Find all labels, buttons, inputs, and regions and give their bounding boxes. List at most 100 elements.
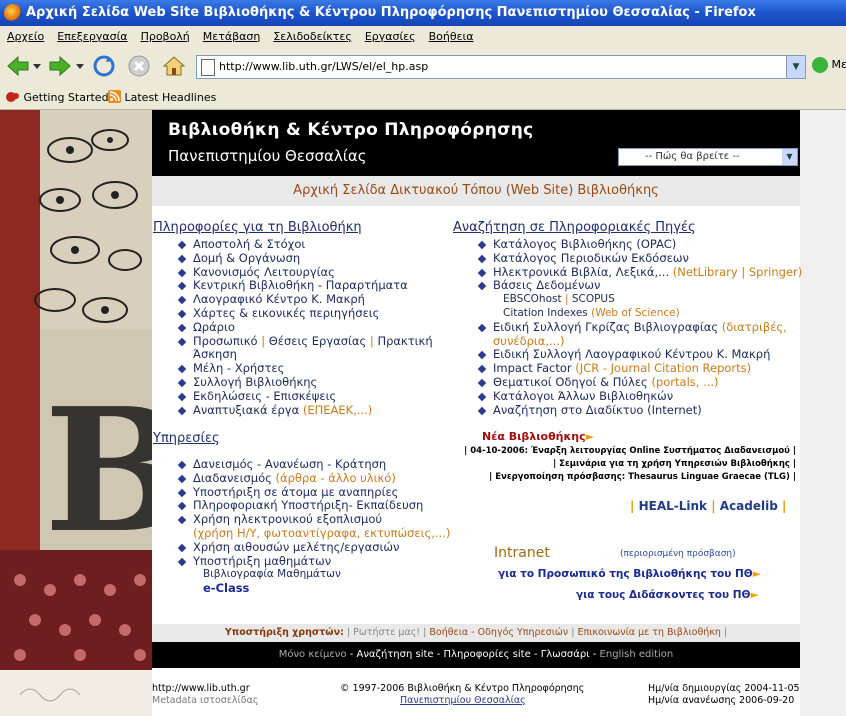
intranet-teachers-link[interactable]: για τους Διδάσκοντες του ΠΘ► <box>576 589 759 601</box>
ask-us-link[interactable]: Ρωτήστε μας! <box>353 627 420 638</box>
search-site-link[interactable]: Αναζήτηση site <box>356 649 433 660</box>
citation-link[interactable]: Citation Indexes <box>503 307 588 319</box>
rss-feed-icon <box>108 90 121 103</box>
list-item[interactable]: Χρήση ηλεκτρονικού εξοπλισμού <box>178 512 450 527</box>
ill-item[interactable]: Διαδανεισμός (άρθρα - άλλο υλικό) <box>178 471 450 486</box>
bookmark-latest-headlines[interactable]: Latest Headlines <box>108 86 216 109</box>
dev-projects-item[interactable]: Αναπτυξιακά έργα (ΕΠΕΑΕΚ,...) <box>178 403 433 418</box>
internship-link-cont[interactable]: Άσκηση <box>178 348 433 362</box>
eclass-link[interactable]: e-Class <box>178 581 450 596</box>
impact-link[interactable]: Impact Factor <box>493 361 572 375</box>
list-item[interactable]: Υποστήριξη σε άτομα με αναπηρίες <box>178 485 450 500</box>
scopus-link[interactable]: SCOPUS <box>572 293 615 305</box>
list-item[interactable]: Εκδηλώσεις - Επισκέψεις <box>178 389 433 404</box>
list-item[interactable]: Συλλογή Βιβλιοθήκης <box>178 375 433 390</box>
ill-note[interactable]: (άρθρα - άλλο υλικό) <box>276 471 396 485</box>
portals-link[interactable]: (portals, ...) <box>651 375 718 389</box>
list-item[interactable]: Αναζήτηση στο Διαδίκτυο (Internet) <box>478 403 802 418</box>
contact-link[interactable]: Επικοινωνία με τη Βιβλιοθήκη <box>577 627 720 638</box>
jcr-link[interactable]: (JCR - Journal Citation Reports) <box>575 361 751 375</box>
list-item[interactable]: Κανονισμός Λειτουργίας <box>178 265 433 280</box>
site-info-link[interactable]: Πληροφορίες site <box>444 649 531 660</box>
list-item[interactable]: Κατάλογος Περιοδικών Εκδόσεων <box>478 251 802 266</box>
list-item[interactable]: Λαογραφικό Κέντρο Κ. Μακρή <box>178 292 433 307</box>
list-item[interactable]: Δανεισμός - Ανανέωση - Κράτηση <box>178 457 450 472</box>
metadata-link[interactable]: Metadata ιστοσελίδας <box>152 695 258 706</box>
ebsco-link[interactable]: EBSCOhost <box>503 293 562 305</box>
go-button[interactable]: Με <box>812 57 846 73</box>
address-dropdown-icon[interactable]: ▼ <box>786 56 805 78</box>
dev-projects-link[interactable]: Αναπτυξιακά έργα <box>193 403 299 417</box>
menu-go[interactable]: Μετάβαση <box>203 26 261 48</box>
menu-help[interactable]: Βοήθεια <box>429 26 474 48</box>
menu-edit[interactable]: Επεξεργασία <box>57 26 127 48</box>
address-bar[interactable]: http://www.lib.uth.gr/LWS/el/el_hp.asp ▼ <box>196 55 806 79</box>
bookmark-getting-started[interactable]: Getting Started <box>6 86 109 109</box>
footer-url[interactable]: http://www.lib.uth.gr <box>152 683 250 694</box>
acadelib-link[interactable]: Acadelib <box>720 499 778 513</box>
ebooks-item[interactable]: Ηλεκτρονικά Βιβλία, Λεξικά,... (NetLibra… <box>478 265 802 280</box>
ill-link[interactable]: Διαδανεισμός <box>193 471 272 485</box>
info-heading[interactable]: Πληροφορίες για τη Βιβλιοθήκη <box>153 220 362 235</box>
news-title[interactable]: Νέα Βιβλιοθήκης► <box>482 430 594 443</box>
menu-bookmarks[interactable]: Σελιδοδείκτες <box>273 26 352 48</box>
glossary-link[interactable]: Γλωσσάρι <box>541 649 590 660</box>
equipment-note[interactable]: (χρήση Η/Υ, φωτοαντίγραφα, εκτυπώσεις,..… <box>178 526 450 541</box>
forward-dropdown-icon[interactable] <box>76 64 84 70</box>
course-bibliography-link[interactable]: Βιβλιογραφία Μαθημάτων <box>178 568 450 582</box>
how-to-find-select[interactable]: -- Πώς θα βρείτε -- ▼ <box>618 148 798 166</box>
services-list: Δανεισμός - Ανανέωση - Κράτηση Διαδανεισ… <box>178 457 450 596</box>
heal-link[interactable]: HEAL-Link <box>639 499 707 513</box>
updated-date: Ημ/νία ανανέωσης 2006-09-20 <box>648 695 795 706</box>
list-item[interactable]: Μέλη - Χρήστες <box>178 361 433 376</box>
grey-lit-item[interactable]: Ειδική Συλλογή Γκρίζας Βιβλιογραφίας (δι… <box>478 320 802 335</box>
list-item[interactable]: Βάσεις Δεδομένων <box>478 279 802 293</box>
intranet-staff-link[interactable]: για το Προσωπικό της Βιβλιοθήκης του ΠΘ► <box>498 568 761 580</box>
jobs-link[interactable]: Θέσεις Εργασίας <box>269 334 367 348</box>
list-item[interactable]: Πληροφοριακή Υποστήριξη- Εκπαίδευση <box>178 499 450 513</box>
menu-tools[interactable]: Εργασίες <box>365 26 416 48</box>
news-item[interactable]: | Σεμινάρια για τη χρήση Υπηρεσιών Βιβλι… <box>553 459 796 469</box>
search-heading[interactable]: Αναζήτηση σε Πληροφοριακές Πηγές <box>453 220 696 235</box>
list-item[interactable]: Κεντρική Βιβλιοθήκη - Παραρτήματα <box>178 279 433 293</box>
staff-link[interactable]: Προσωπικό <box>193 334 258 348</box>
stop-icon[interactable] <box>127 54 151 78</box>
reload-icon[interactable] <box>92 54 116 78</box>
ebooks-providers[interactable]: (NetLibrary | Springer) <box>673 265 802 279</box>
ebooks-link[interactable]: Ηλεκτρονικά Βιβλία, Λεξικά,... <box>493 265 669 279</box>
internship-link[interactable]: Πρακτική <box>377 334 432 348</box>
services-heading[interactable]: Υπηρεσίες <box>153 431 220 446</box>
guides-link[interactable]: Θεματικοί Οδηγοί & Πύλες <box>493 375 648 389</box>
news-item[interactable]: | 04-10-2006: Έναρξη λειτουργίας Online … <box>464 446 796 456</box>
english-edition-link[interactable]: English edition <box>600 649 674 660</box>
grey-lit-note[interactable]: (διατριβές, <box>722 320 787 334</box>
list-item[interactable]: Χρήση αιθουσών μελέτης/εργασιών <box>178 540 450 555</box>
list-item[interactable]: Ειδική Συλλογή Λαογραφικού Κέντρου Κ. Μα… <box>478 348 802 362</box>
list-item[interactable]: Κατάλογοι Άλλων Βιβλιοθηκών <box>478 389 802 404</box>
text-only-link[interactable]: Μόνο κείμενο <box>279 649 347 660</box>
site-subtitle: Πανεπιστημίου Θεσσαλίας <box>168 147 367 165</box>
menu-file[interactable]: Αρχείο <box>7 26 44 48</box>
impact-item[interactable]: Impact Factor (JCR - Journal Citation Re… <box>478 361 802 376</box>
list-item[interactable]: Αποστολή & Στόχοι <box>178 237 433 252</box>
help-guide-link[interactable]: Βοήθεια - Οδηγός Υπηρεσιών <box>429 627 568 638</box>
home-icon[interactable] <box>162 54 186 78</box>
back-arrow-icon[interactable] <box>6 54 30 78</box>
list-item[interactable]: Κατάλογος Βιβλιοθήκης (OPAC) <box>478 237 802 252</box>
guides-item[interactable]: Θεματικοί Οδηγοί & Πύλες (portals, ...) <box>478 375 802 390</box>
go-icon <box>812 57 828 73</box>
dev-projects-note[interactable]: (ΕΠΕΑΕΚ,...) <box>303 403 372 417</box>
list-item[interactable]: Δομή & Οργάνωση <box>178 251 433 266</box>
news-item[interactable]: | Ενεργοποίηση πρόσβασης: Thesaurus Ling… <box>489 472 796 482</box>
forward-arrow-icon[interactable] <box>48 54 72 78</box>
grey-lit-note-cont[interactable]: συνέδρια,...) <box>478 334 802 349</box>
university-link[interactable]: Πανεπιστημίου Θεσσαλίας <box>400 695 526 706</box>
list-item[interactable]: Χάρτες & εικονικές περιηγήσεις <box>178 306 433 321</box>
back-dropdown-icon[interactable] <box>33 64 41 70</box>
menu-view[interactable]: Προβολή <box>141 26 190 48</box>
grey-lit-link[interactable]: Ειδική Συλλογή Γκρίζας Βιβλιογραφίας <box>493 320 718 334</box>
library-artwork-image: B <box>0 110 152 716</box>
list-item[interactable]: Υποστήριξη μαθημάτων <box>178 554 450 569</box>
web-of-science-link[interactable]: (Web of Science) <box>591 307 680 319</box>
list-item[interactable]: Ωράριο <box>178 320 433 335</box>
